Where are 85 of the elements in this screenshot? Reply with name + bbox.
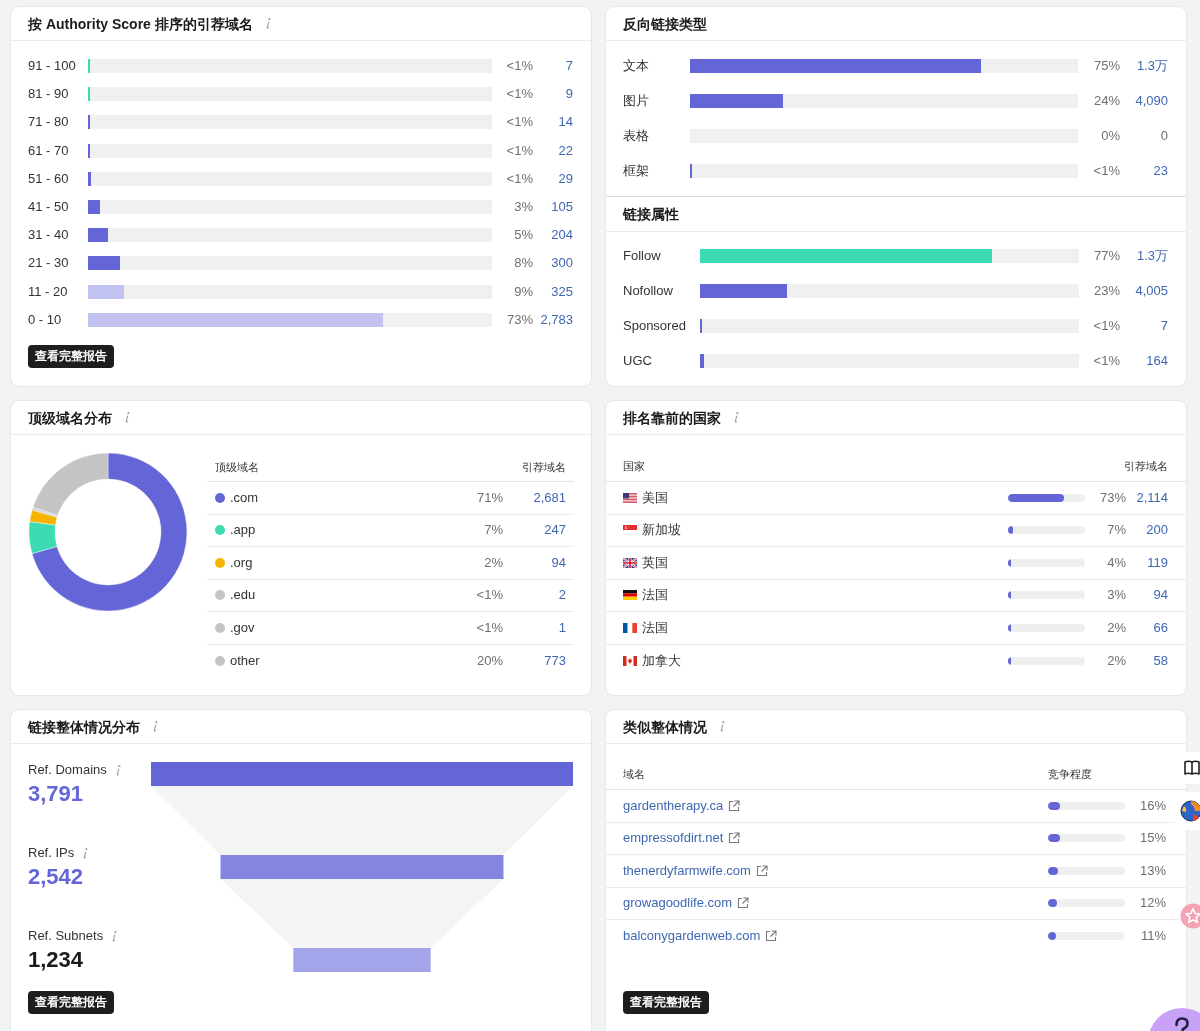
percent-text: 13% (1138, 862, 1166, 879)
percent-text: 73% (505, 311, 533, 328)
card-title: 类似整体情况 (623, 717, 707, 736)
count-text: 0 (1159, 127, 1168, 144)
column-header: 域名 (623, 767, 646, 781)
percent-text: 77% (1092, 247, 1120, 264)
score-range-label: 61 - 70 (28, 142, 70, 159)
card-title: 链接整体情况分布 (28, 717, 140, 736)
link-attribute-label: UGC (623, 352, 653, 369)
card-title: 反向链接类型 (623, 14, 707, 33)
link-attribute-label: Nofollow (623, 282, 674, 299)
tld-name: .edu (230, 587, 256, 604)
percent-text: <1% (1092, 352, 1120, 369)
metric-label: Ref. IPs (28, 845, 75, 861)
country-name: 美国 (642, 489, 668, 506)
percent-text: 7% (1106, 522, 1126, 539)
percent-text: 2% (1106, 619, 1126, 636)
country-name: 法国 (642, 587, 668, 604)
percent-text: 16% (1138, 797, 1166, 814)
percent-text: <1% (505, 58, 533, 75)
percent-text: 5% (513, 227, 533, 244)
percent-text: 11% (1139, 928, 1166, 945)
column-header: 引荐域名 (522, 460, 566, 474)
percent-text: 9% (513, 283, 533, 300)
percent-text: <1% (505, 170, 533, 187)
percent-text: <1% (505, 114, 533, 131)
score-range-label: 31 - 40 (28, 227, 70, 244)
score-range-label: 81 - 90 (28, 86, 70, 103)
section-title: 链接属性 (623, 205, 679, 223)
score-range-label: 71 - 80 (28, 114, 70, 131)
percent-text: 71% (475, 489, 503, 506)
country-name: 新加坡 (642, 522, 681, 539)
percent-text: <1% (505, 142, 533, 159)
percent-text: 7% (483, 522, 503, 539)
percent-text: <1% (1092, 162, 1120, 179)
card-title: 排名靠前的国家 (623, 408, 721, 427)
metric-label: Ref. Domains (28, 762, 107, 778)
score-range-label: 91 - 100 (28, 58, 77, 75)
country-name: 英国 (642, 554, 668, 571)
column-header: 引荐域名 (1124, 459, 1168, 473)
score-range-label: 11 - 20 (28, 283, 69, 300)
percent-text: <1% (1092, 317, 1120, 334)
link-attribute-label: Follow (623, 247, 662, 264)
link-type-label: 表格 (623, 127, 650, 144)
percent-text: 4% (1106, 554, 1126, 571)
percent-text: 2% (483, 554, 503, 571)
score-range-label: 51 - 60 (28, 170, 70, 187)
link-type-label: 框架 (623, 162, 650, 179)
metric-label: Ref. Subnets (28, 928, 104, 944)
percent-text: 15% (1138, 830, 1166, 847)
score-range-label: 41 - 50 (28, 199, 70, 216)
percent-text: 0% (1100, 127, 1120, 144)
link-attribute-label: Sponsored (623, 317, 687, 334)
country-name: 加拿大 (642, 652, 681, 669)
percent-text: 23% (1092, 282, 1120, 299)
percent-text: 2% (1106, 652, 1126, 669)
percent-text: 24% (1092, 92, 1120, 109)
card-title: 按 Authority Score 排序的引荐域名 (28, 14, 253, 33)
score-range-label: 0 - 10 (28, 311, 63, 328)
percent-text: 73% (1098, 489, 1126, 506)
tld-name: other (230, 652, 260, 669)
metric-value: 2,542 (28, 863, 85, 891)
tld-name: .gov (230, 619, 255, 636)
percent-text: 3% (513, 199, 533, 216)
percent-text: 3% (1106, 587, 1126, 604)
country-name: 法国 (642, 619, 668, 636)
metric-value: 3,791 (28, 780, 85, 808)
percent-text: <1% (505, 86, 533, 103)
link-type-label: 文本 (623, 57, 650, 74)
percent-text: 75% (1092, 57, 1120, 74)
percent-text: 8% (513, 255, 533, 272)
percent-text: 12% (1138, 895, 1166, 912)
percent-text: <1% (475, 619, 503, 636)
card-title: 顶级域名分布 (28, 408, 112, 427)
percent-text: <1% (475, 587, 503, 604)
column-header: 竞争程度 (1048, 767, 1093, 781)
column-header: 国家 (623, 459, 646, 473)
percent-text: 20% (475, 652, 503, 669)
score-range-label: 21 - 30 (28, 255, 70, 272)
tld-name: .app (230, 522, 256, 539)
column-header: 顶级域名 (215, 460, 260, 474)
tld-name: .com (230, 489, 259, 506)
link-type-label: 图片 (623, 92, 650, 109)
tld-name: .org (230, 554, 253, 571)
metric-value: 1,234 (28, 946, 85, 974)
